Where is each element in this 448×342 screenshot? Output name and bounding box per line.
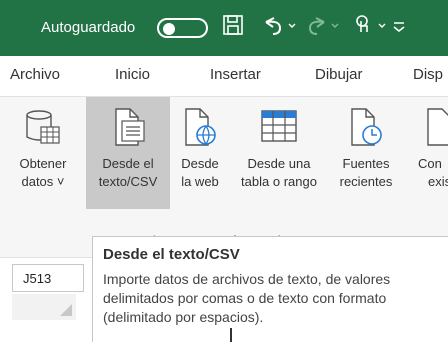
recent-sources-icon [346, 107, 386, 152]
table-icon [259, 107, 299, 152]
existing-connections-icon [422, 107, 448, 152]
tooltip-line: Importe datos de archivos de texto, de v… [103, 271, 391, 287]
select-all-corner[interactable] [12, 294, 76, 320]
button-label: Desde el [102, 156, 154, 171]
undo-icon[interactable] [262, 14, 296, 36]
web-file-icon [180, 107, 220, 152]
tab-inicio[interactable]: Inicio [115, 66, 150, 83]
existing-connections-button[interactable]: Con exis [412, 97, 448, 209]
save-icon[interactable] [222, 14, 244, 36]
button-label: texto/CSV [98, 174, 158, 189]
button-label: Fuentes [342, 156, 390, 171]
get-data-button[interactable]: Obtener datos ˅ [0, 97, 86, 209]
tab-dibujar[interactable]: Dibujar [315, 66, 363, 83]
tooltip-title: Desde el texto/CSV [103, 246, 240, 263]
button-label: recientes [339, 174, 393, 189]
button-label: Desde una [247, 156, 311, 171]
customize-icon[interactable] [392, 14, 406, 36]
button-label: Obtener [19, 156, 67, 171]
touch-mode-icon[interactable] [352, 14, 388, 36]
name-box[interactable]: J513 [12, 264, 84, 292]
autosave-label: Autoguardado [41, 19, 136, 36]
tab-insertar[interactable]: Insertar [210, 66, 261, 83]
autosave-toggle[interactable] [157, 18, 208, 38]
text-file-icon [108, 107, 148, 152]
tooltip-line: (delimitado por espacios). [103, 309, 264, 325]
from-web-button[interactable]: Desde la web [170, 97, 230, 209]
button-label: la web [181, 174, 219, 189]
tab-archivo[interactable]: Archivo [10, 66, 60, 83]
recent-sources-button[interactable]: Fuentes recientes [328, 97, 404, 209]
redo-icon[interactable] [306, 14, 340, 36]
from-table-range-button[interactable]: Desde una tabla o rango [230, 97, 328, 209]
database-icon [23, 107, 63, 152]
ribbon: Obtener datos ˅ Desde el texto/CSV Desde la… [0, 96, 448, 259]
tooltip-line: delimitados por comas o de texto con for… [103, 290, 387, 306]
button-label: Con [418, 156, 442, 171]
toggle-knob [163, 23, 175, 35]
title-bar: Autoguardado [0, 0, 448, 56]
from-text-csv-button[interactable]: Desde el texto/CSV [86, 97, 170, 209]
button-label: Desde [181, 156, 219, 171]
tooltip: Desde el texto/CSV Importe datos de arch… [92, 236, 448, 342]
button-label: datos ˅ [21, 174, 65, 189]
corner-triangle-icon [60, 304, 72, 316]
tab-disposicion[interactable]: Disp [413, 66, 443, 83]
text-cursor-icon [230, 328, 232, 342]
button-label: exis [428, 174, 448, 189]
ribbon-tabs: Archivo Inicio Insertar Dibujar Disp [0, 56, 448, 96]
button-label: tabla o rango [241, 174, 317, 189]
